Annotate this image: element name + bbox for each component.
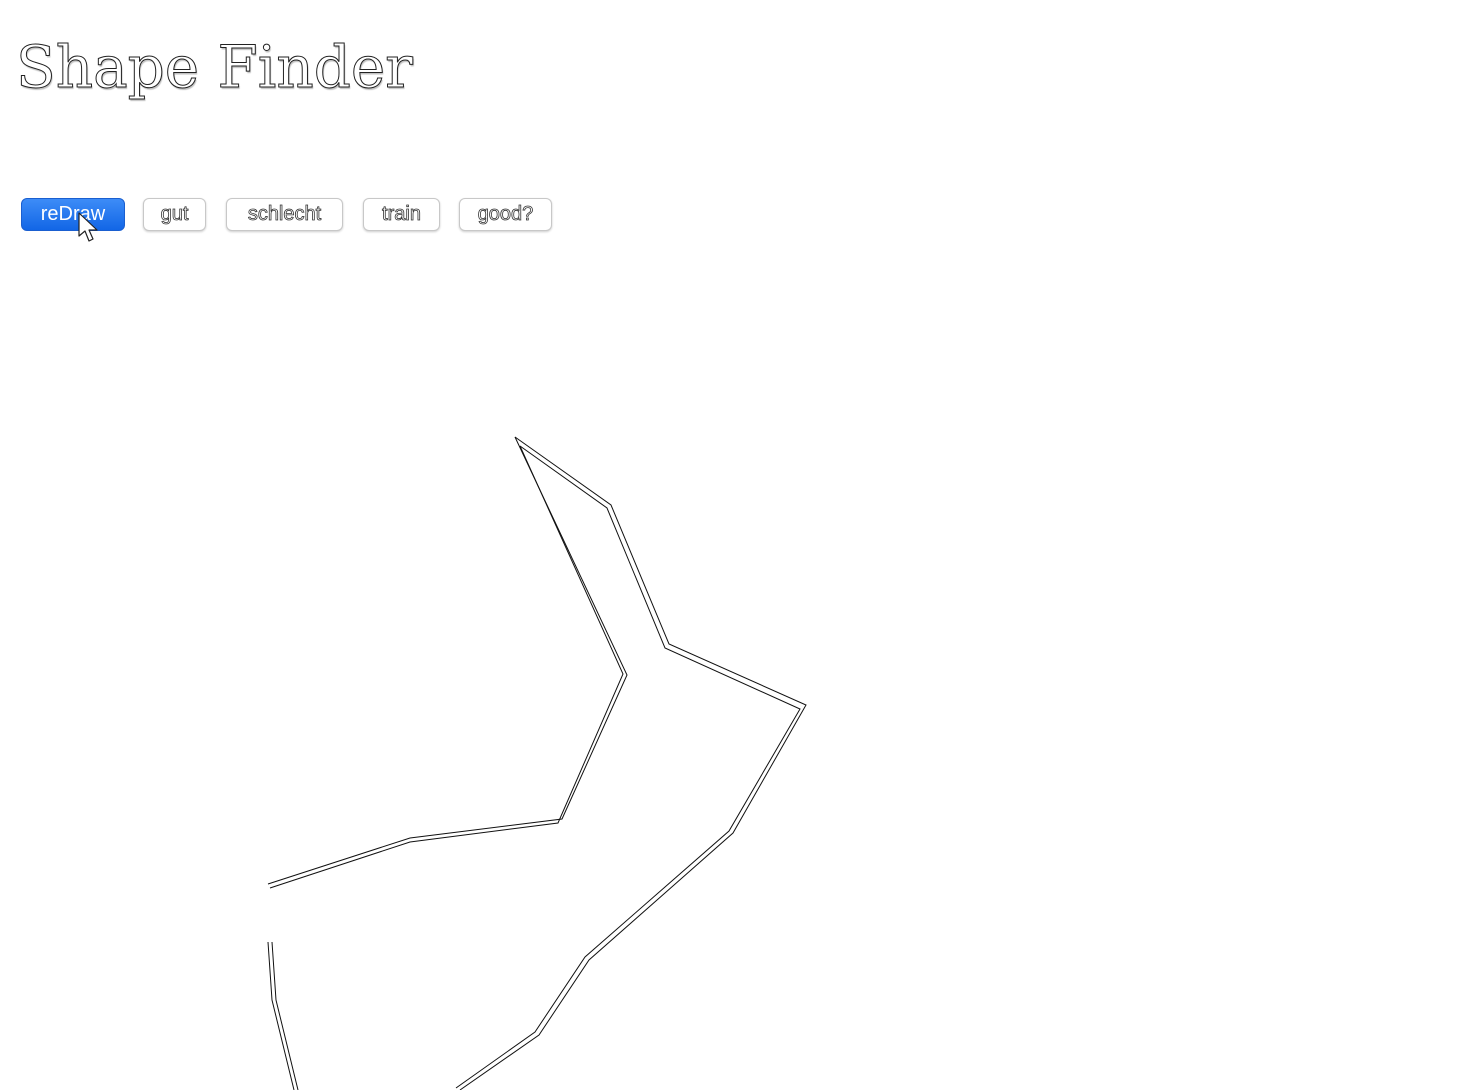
drawing-canvas[interactable] — [0, 0, 1457, 1090]
page: Shape Finder reDraw gut schlecht train g… — [0, 0, 1457, 1090]
shape-outline-left — [267, 436, 628, 885]
drawn-shape — [267, 436, 807, 1090]
shape-outline-outer — [459, 436, 807, 1090]
shape-outline-bottom-left — [267, 941, 295, 1090]
shape-outline-left-inner — [269, 445, 624, 889]
shape-outline-outer-inner — [455, 445, 801, 1089]
